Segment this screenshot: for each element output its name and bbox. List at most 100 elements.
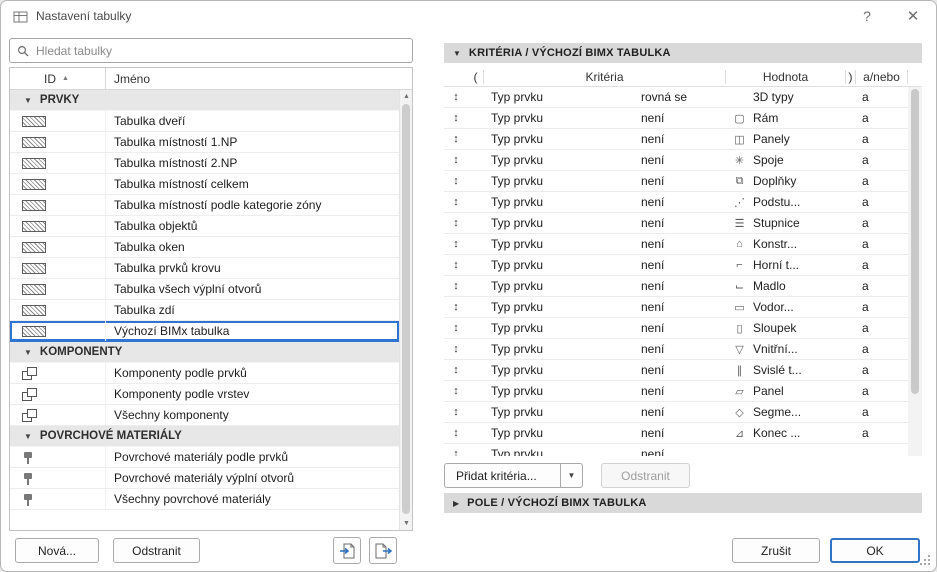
reorder-icon[interactable]: ↕ (444, 238, 468, 250)
criteria-operator[interactable]: není (634, 300, 726, 314)
left-scrollbar[interactable]: ▲ ▼ (399, 90, 412, 530)
criteria-value[interactable]: ⋰ Podstu... (726, 195, 846, 209)
criteria-logic[interactable]: a (856, 195, 908, 209)
criteria-logic[interactable]: a (856, 384, 908, 398)
scroll-up-icon[interactable]: ▲ (400, 90, 413, 103)
criteria-row[interactable]: ↕ Typ prvku není ⧉ Doplňky a (444, 171, 908, 192)
reorder-icon[interactable]: ↕ (444, 91, 468, 103)
criteria-logic[interactable]: a (856, 90, 908, 104)
reorder-icon[interactable]: ↕ (444, 343, 468, 355)
criteria-operator[interactable]: není (634, 153, 726, 167)
criteria-operator[interactable]: není (634, 258, 726, 272)
criteria-row[interactable]: ↕ Typ prvku není ⋰ Podstu... a (444, 192, 908, 213)
criteria-logic[interactable]: a (856, 279, 908, 293)
table-row[interactable]: Tabulka objektů (10, 216, 399, 237)
criteria-value[interactable]: ◫ Panely (726, 132, 846, 146)
criteria-value[interactable]: ▽ Vnitřní... (726, 342, 846, 356)
left-scrollbar-thumb[interactable] (402, 104, 410, 514)
reorder-icon[interactable]: ↕ (444, 217, 468, 229)
criteria-operator[interactable]: není (634, 132, 726, 146)
criteria-name[interactable]: Typ prvku (484, 258, 634, 272)
titlebar[interactable]: Nastavení tabulky ? ✕ (1, 1, 936, 31)
criteria-row[interactable]: ↕ Typ prvku není ✳ Spoje a (444, 150, 908, 171)
table-row[interactable]: Komponenty podle prvků (10, 363, 399, 384)
add-criteria-button[interactable]: Přidat kritéria... ▼ (444, 463, 583, 488)
criteria-row[interactable]: ↕ Typ prvku není ⌐ Horní t... a (444, 255, 908, 276)
table-row[interactable]: Všechny povrchové materiály (10, 489, 399, 510)
criteria-value[interactable]: ⌙ Madlo (726, 279, 846, 293)
criteria-operator[interactable]: není (634, 363, 726, 377)
criteria-row[interactable]: ↕ Typ prvku není ⊿ Konec ... a (444, 423, 908, 444)
column-header-id[interactable]: ID (44, 72, 56, 86)
add-criteria-dropdown[interactable]: ▼ (560, 463, 583, 488)
delete-criteria-button[interactable]: Odstranit (601, 463, 690, 488)
criteria-row[interactable]: ↕ Typ prvku není ∥ Svislé t... a (444, 360, 908, 381)
reorder-icon[interactable]: ↕ (444, 427, 468, 439)
criteria-logic[interactable]: a (856, 174, 908, 188)
criteria-row[interactable]: ↕ Typ prvku není ▯ Sloupek a (444, 318, 908, 339)
reorder-icon[interactable]: ↕ (444, 385, 468, 397)
criteria-row[interactable]: ↕ Typ prvku není ⌙ Madlo a (444, 276, 908, 297)
criteria-value[interactable]: ⧉ Doplňky (726, 174, 846, 188)
criteria-value[interactable]: ⌂ Konstr... (726, 237, 846, 251)
reorder-icon[interactable]: ↕ (444, 175, 468, 187)
table-row[interactable]: Všechny komponenty (10, 405, 399, 426)
criteria-operator[interactable]: není (634, 174, 726, 188)
table-row[interactable]: Tabulka dveří (10, 111, 399, 132)
cancel-button[interactable]: Zrušit (732, 538, 820, 563)
ok-button[interactable]: OK (830, 538, 920, 563)
table-row[interactable]: Tabulka místností celkem (10, 174, 399, 195)
criteria-row[interactable]: ↕ Typ prvku není ▽ Vnitřní... a (444, 339, 908, 360)
criteria-value[interactable]: ▯ Sloupek (726, 321, 846, 335)
criteria-name[interactable]: Typ prvku (484, 300, 634, 314)
criteria-row[interactable]: ↕ Typ prvku není ◇ Segme... a (444, 402, 908, 423)
reorder-icon[interactable]: ↕ (444, 112, 468, 124)
table-row[interactable]: Tabulka zdí (10, 300, 399, 321)
criteria-name[interactable]: Typ prvku (484, 237, 634, 251)
criteria-name[interactable]: Typ prvku (484, 90, 634, 104)
criteria-value[interactable]: ▱ Panel (726, 384, 846, 398)
criteria-value[interactable]: ◇ Segme... (726, 405, 846, 419)
reorder-icon[interactable]: ↕ (444, 154, 468, 166)
reorder-icon[interactable]: ↕ (444, 322, 468, 334)
new-button[interactable]: Nová... (15, 538, 99, 563)
table-row[interactable]: Povrchové materiály výplní otvorů (10, 468, 399, 489)
criteria-operator[interactable]: není (634, 237, 726, 251)
criteria-row[interactable]: ↕ Typ prvku není (444, 444, 908, 456)
criteria-row[interactable]: ↕ Typ prvku není ▢ Rám a (444, 108, 908, 129)
section-header[interactable]: ▼ KOMPONENTY (10, 342, 399, 363)
search-input[interactable] (36, 44, 405, 58)
criteria-operator[interactable]: není (634, 384, 726, 398)
criteria-scrollbar[interactable] (908, 87, 922, 456)
export-schemes-button[interactable] (369, 537, 397, 564)
criteria-row[interactable]: ↕ Typ prvku rovná se 3D typy a (444, 87, 908, 108)
criteria-name[interactable]: Typ prvku (484, 111, 634, 125)
add-criteria-label[interactable]: Přidat kritéria... (444, 463, 560, 488)
criteria-name[interactable]: Typ prvku (484, 195, 634, 209)
help-button[interactable]: ? (856, 8, 878, 24)
import-schemes-button[interactable] (333, 537, 361, 564)
table-row[interactable]: Výchozí BIMx tabulka (10, 321, 399, 342)
table-row[interactable]: Tabulka prvků krovu (10, 258, 399, 279)
criteria-operator[interactable]: není (634, 426, 726, 440)
criteria-name[interactable]: Typ prvku (484, 363, 634, 377)
scroll-down-icon[interactable]: ▼ (400, 517, 413, 530)
criteria-name[interactable]: Typ prvku (484, 216, 634, 230)
reorder-icon[interactable]: ↕ (444, 448, 468, 456)
criteria-panel-header[interactable]: ▼ KRITÉRIA / VÝCHOZÍ BIMX TABULKA (444, 43, 922, 63)
section-header[interactable]: ▼ PRVKY (10, 90, 399, 111)
criteria-name[interactable]: Typ prvku (484, 174, 634, 188)
criteria-operator[interactable]: není (634, 342, 726, 356)
reorder-icon[interactable]: ↕ (444, 196, 468, 208)
criteria-name[interactable]: Typ prvku (484, 279, 634, 293)
criteria-value[interactable]: ⌐ Horní t... (726, 258, 846, 272)
criteria-value[interactable]: 3D typy (726, 90, 846, 104)
resize-grip[interactable] (920, 555, 931, 566)
criteria-name[interactable]: Typ prvku (484, 153, 634, 167)
criteria-logic[interactable]: a (856, 132, 908, 146)
fields-panel-header[interactable]: ▶ POLE / VÝCHOZÍ BIMX TABULKA (444, 493, 922, 513)
reorder-icon[interactable]: ↕ (444, 364, 468, 376)
criteria-value[interactable]: ☰ Stupnice (726, 216, 846, 230)
criteria-logic[interactable]: a (856, 237, 908, 251)
criteria-logic[interactable]: a (856, 300, 908, 314)
